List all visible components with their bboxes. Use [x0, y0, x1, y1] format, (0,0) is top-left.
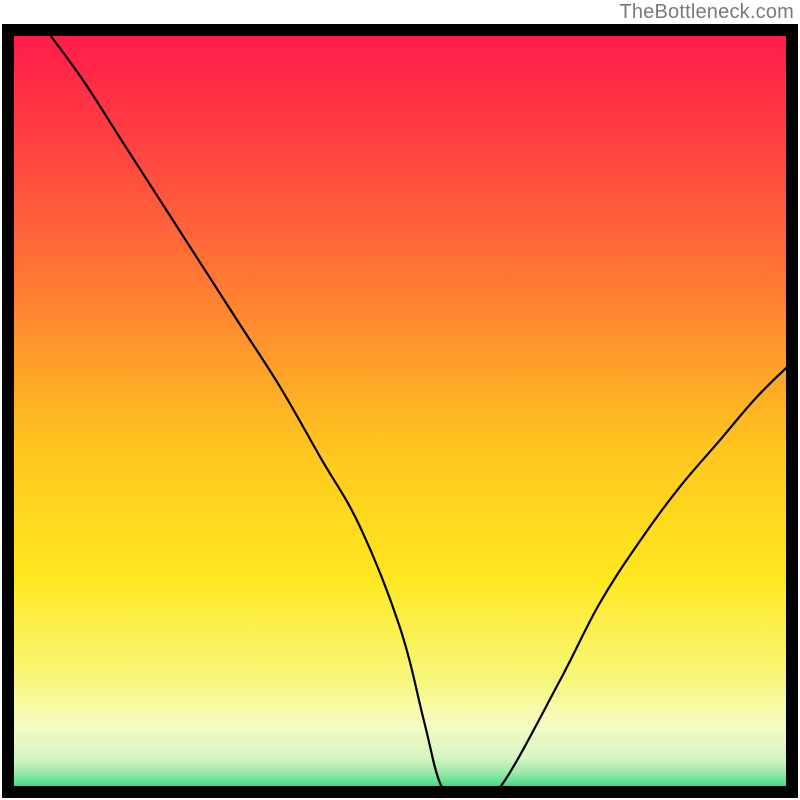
attribution-text: TheBottleneck.com — [619, 0, 794, 24]
chart-container: TheBottleneck.com — [0, 0, 800, 800]
plot-area — [8, 24, 798, 800]
gradient-background — [8, 30, 792, 792]
bottleneck-chart — [0, 0, 800, 800]
